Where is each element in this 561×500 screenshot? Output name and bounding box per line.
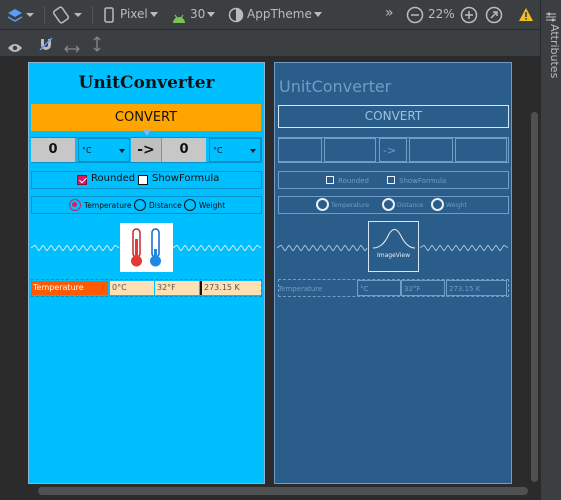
thermometer-icon xyxy=(131,228,161,267)
layers-icon[interactable] xyxy=(6,6,34,28)
warning-icon[interactable] xyxy=(518,7,534,26)
theme-selector[interactable]: AppTheme xyxy=(247,7,322,21)
overflow-chevron[interactable]: » xyxy=(385,5,394,21)
blueprint-to-field[interactable] xyxy=(409,138,453,162)
rounded-checkbox[interactable] xyxy=(77,175,87,185)
blueprint-convert-button[interactable]: CONVERT xyxy=(278,105,509,128)
horizontal-margin-icon[interactable] xyxy=(64,39,80,58)
temperature-label: Temperature xyxy=(84,201,132,210)
result-kelvin: 273.15 K xyxy=(200,281,261,295)
zoom-out-icon[interactable] xyxy=(406,6,424,28)
thermometer-image[interactable] xyxy=(120,223,173,272)
blueprint-result-name: Temperature xyxy=(278,285,323,293)
app-title: UnitConverter xyxy=(78,73,215,93)
blueprint-spring-right xyxy=(420,245,509,251)
blueprint-show-formula-label: ShowFormula xyxy=(399,177,447,185)
constraint-spring-left xyxy=(31,245,120,251)
category-row xyxy=(31,196,262,214)
blueprint-from-field[interactable] xyxy=(278,138,322,162)
zoom-in-icon[interactable] xyxy=(460,6,478,28)
blueprint-swap-button[interactable]: -> xyxy=(379,138,407,162)
blueprint-temperature-radio[interactable] xyxy=(316,198,329,211)
blueprint-to-unit[interactable] xyxy=(455,138,507,162)
blueprint-distance-radio[interactable] xyxy=(382,198,395,211)
weight-radio[interactable] xyxy=(184,199,196,211)
swap-button[interactable]: -> xyxy=(131,138,161,162)
blueprint-result-fahrenheit-box: 32°F xyxy=(401,280,445,296)
to-unit-dropdown[interactable]: °C xyxy=(209,138,261,162)
android-icon xyxy=(172,9,186,28)
orientation-icon[interactable] xyxy=(52,5,84,29)
theme-icon xyxy=(228,7,244,27)
eye-icon[interactable] xyxy=(7,38,23,57)
top-toolbar: Pixel 30 AppTheme » 22% xyxy=(0,0,540,30)
result-name: Temperature xyxy=(31,281,108,295)
device-selector[interactable]: Pixel xyxy=(120,7,158,21)
convert-button[interactable]: CONVERT xyxy=(31,104,261,131)
blueprint-distance-label: Distance xyxy=(397,202,424,209)
distance-radio[interactable] xyxy=(134,199,146,211)
secondary-toolbar xyxy=(0,30,540,57)
from-unit-dropdown[interactable]: °C xyxy=(78,138,130,162)
rounded-label: Rounded xyxy=(91,173,136,184)
blueprint-result-kelvin-box: 273.15 K xyxy=(446,280,507,296)
blueprint-image-view[interactable]: ImageView xyxy=(368,221,419,272)
blueprint-temperature-label: Temperature xyxy=(331,202,370,209)
vertical-scrollbar[interactable] xyxy=(531,112,538,482)
show-formula-label: ShowFormula xyxy=(152,173,220,184)
blueprint-spring-left xyxy=(277,245,368,251)
magnet-icon[interactable] xyxy=(38,36,54,56)
show-formula-checkbox[interactable] xyxy=(138,175,148,185)
result-celsius: 0°C xyxy=(110,281,154,295)
blueprint-result-celsius-box: °C xyxy=(357,280,401,296)
vertical-margin-icon[interactable] xyxy=(92,36,102,56)
temperature-radio[interactable] xyxy=(69,199,81,211)
blueprint-from-unit[interactable] xyxy=(324,138,376,162)
blueprint-show-formula-checkbox[interactable] xyxy=(387,176,395,184)
blueprint-weight-label: Weight xyxy=(446,202,467,209)
attributes-tab[interactable]: Attributes xyxy=(543,24,561,78)
design-surface[interactable]: UnitConverter CONVERT 0 °C -> 0 °C Round… xyxy=(28,62,265,484)
blueprint-rounded-label: Rounded xyxy=(338,177,369,185)
image-view-label: ImageView xyxy=(376,252,411,259)
device-icon[interactable] xyxy=(104,7,114,27)
from-value-field[interactable]: 0 xyxy=(31,138,75,162)
blueprint-rounded-checkbox[interactable] xyxy=(326,176,334,184)
distance-label: Distance xyxy=(149,201,182,210)
blueprint-weight-radio[interactable] xyxy=(431,198,444,211)
zoom-fit-icon[interactable] xyxy=(485,6,503,28)
constraint-spring-right xyxy=(173,245,262,251)
image-placeholder-icon xyxy=(372,229,416,249)
to-value-field[interactable]: 0 xyxy=(162,138,206,162)
weight-label: Weight xyxy=(199,201,226,210)
api-level-selector[interactable]: 30 xyxy=(190,7,216,21)
blueprint-surface[interactable]: UnitConverter CONVERT -> Rounded ShowFor… xyxy=(274,62,512,484)
result-fahrenheit: 32°F xyxy=(155,281,199,295)
zoom-level: 22% xyxy=(428,7,455,21)
horizontal-scrollbar[interactable] xyxy=(38,487,528,495)
blueprint-title: UnitConverter xyxy=(279,77,392,96)
right-sidebar: Attributes xyxy=(540,0,561,500)
